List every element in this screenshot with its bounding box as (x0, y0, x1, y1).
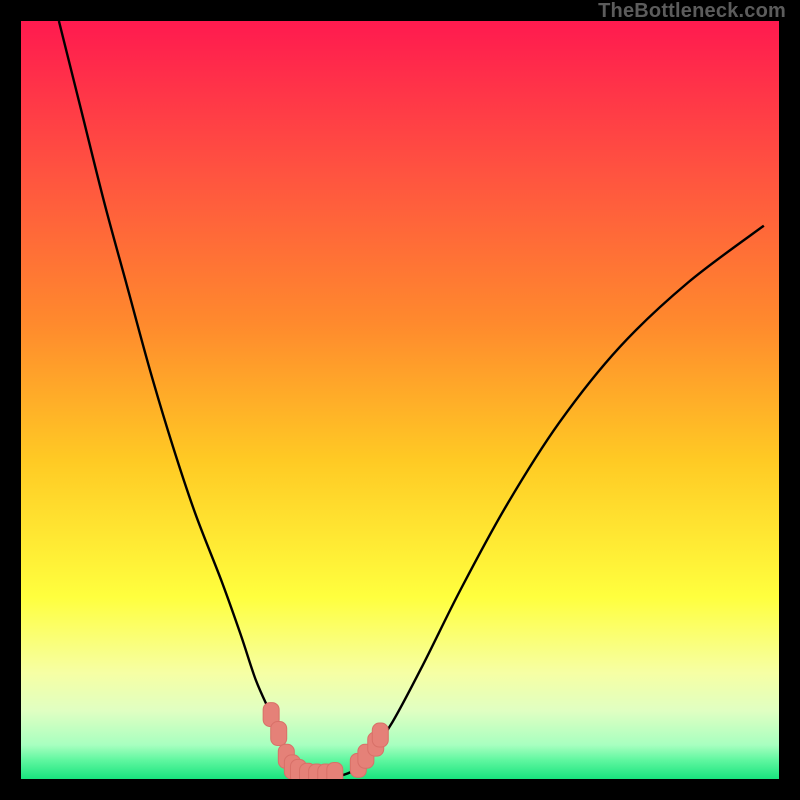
gradient-background (21, 21, 779, 779)
watermark-text: TheBottleneck.com (0, 0, 800, 23)
data-marker (327, 762, 343, 779)
data-marker (372, 723, 388, 747)
plot-area (21, 21, 779, 779)
chart-frame: TheBottleneck.com (0, 0, 800, 800)
bottleneck-chart (21, 21, 779, 779)
data-marker (271, 722, 287, 746)
